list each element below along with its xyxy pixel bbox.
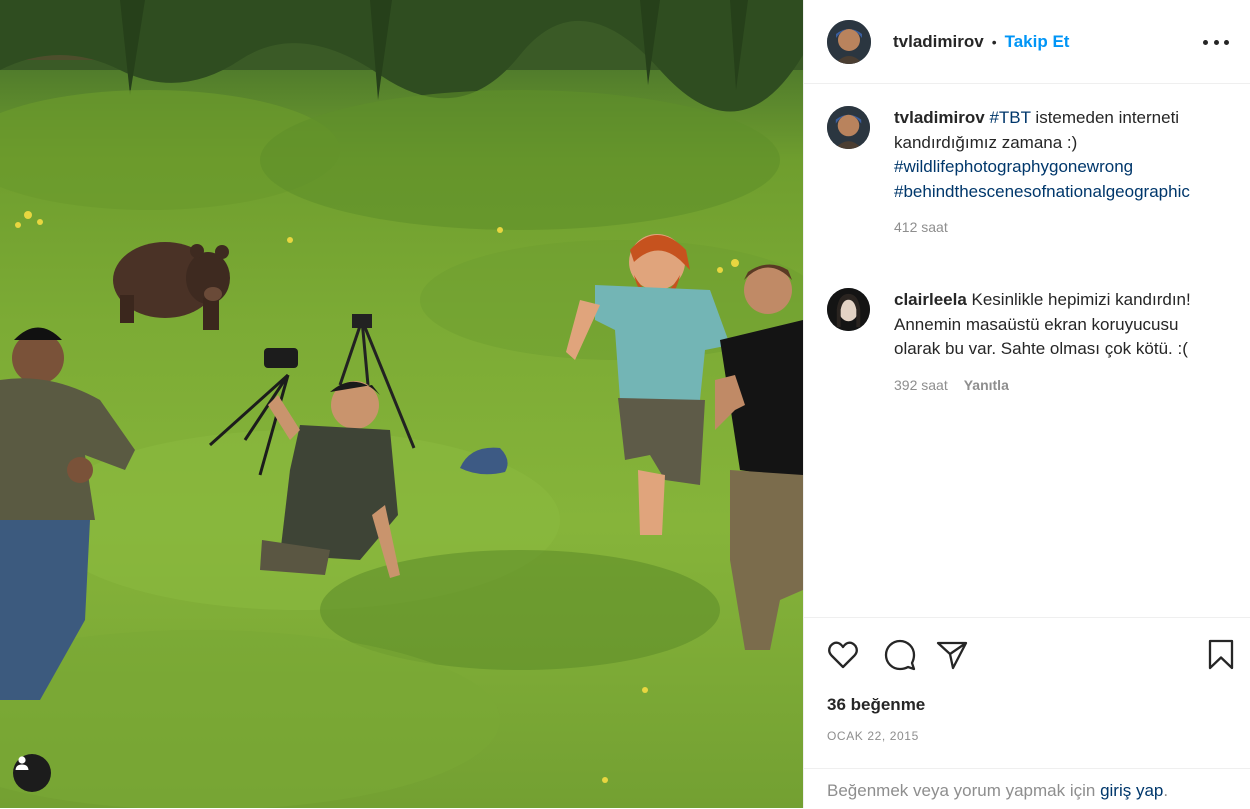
caption: tvladimirov #TBT istemeden interneti kan… xyxy=(827,106,1237,240)
caption-username[interactable]: tvladimirov xyxy=(894,108,985,127)
likes-count[interactable]: 36 beğenme xyxy=(827,695,925,715)
comment-item: clairleela Kesinlikle hepimizi kandırdın… xyxy=(827,288,1237,397)
instagram-post: tvladimirov • Takip Et tvladimirov #TBT … xyxy=(0,0,1250,808)
header-separator: • xyxy=(991,33,997,50)
author-avatar-image xyxy=(827,19,871,64)
user-tag-icon xyxy=(15,756,29,770)
like-button[interactable] xyxy=(826,638,860,672)
login-link[interactable]: giriş yap xyxy=(1100,781,1163,800)
share-icon xyxy=(936,641,968,670)
hashtag-behind-the-scenes[interactable]: #behindthescenesofnationalgeographic xyxy=(894,180,1224,205)
comment-icon xyxy=(884,639,916,671)
commenter-avatar-image xyxy=(827,288,870,331)
follow-button[interactable]: Takip Et xyxy=(1005,32,1070,52)
commenter-avatar[interactable] xyxy=(827,288,870,331)
comment-username[interactable]: clairleela xyxy=(894,290,967,309)
post-side-panel: tvladimirov • Takip Et tvladimirov #TBT … xyxy=(803,0,1250,808)
comment-body: clairleela Kesinlikle hepimizi kandırdın… xyxy=(894,288,1224,397)
user-tag-button[interactable] xyxy=(13,754,51,792)
post-photo[interactable] xyxy=(0,0,803,808)
save-button[interactable] xyxy=(1204,638,1238,672)
reply-button[interactable]: Yanıtla xyxy=(964,373,1009,398)
caption-time: 412 saat xyxy=(894,219,948,235)
more-horizontal-icon xyxy=(1203,39,1208,45)
post-date[interactable]: OCAK 22, 2015 xyxy=(827,729,919,743)
caption-avatar[interactable] xyxy=(827,106,870,149)
heart-icon xyxy=(828,641,858,669)
bear-figure xyxy=(113,242,230,330)
photo-illustration xyxy=(0,0,803,808)
caption-avatar-image xyxy=(827,106,870,149)
share-button[interactable] xyxy=(935,638,969,672)
post-header: tvladimirov • Takip Et xyxy=(804,0,1250,84)
login-prompt-suffix: . xyxy=(1163,781,1169,800)
login-prompt: Beğenmek veya yorum yapmak için giriş ya… xyxy=(804,768,1250,809)
hashtag-tbt[interactable]: #TBT xyxy=(989,108,1030,127)
comment-time: 392 saat xyxy=(894,376,948,393)
comment-button[interactable] xyxy=(883,638,917,672)
hashtag-wildlife[interactable]: #wildlifephotographygonewrong xyxy=(894,155,1224,180)
login-prompt-text: Beğenmek veya yorum yapmak için xyxy=(827,781,1101,800)
comments-list: tvladimirov #TBT istemeden interneti kan… xyxy=(804,84,1250,617)
author-avatar[interactable] xyxy=(827,19,871,64)
caption-body: tvladimirov #TBT istemeden interneti kan… xyxy=(894,106,1224,240)
bookmark-icon xyxy=(1208,639,1234,670)
author-username[interactable]: tvladimirov xyxy=(893,32,984,52)
post-actions: 36 beğenme OCAK 22, 2015 Beğenmek veya y… xyxy=(804,617,1250,808)
more-options-button[interactable] xyxy=(1203,30,1229,54)
